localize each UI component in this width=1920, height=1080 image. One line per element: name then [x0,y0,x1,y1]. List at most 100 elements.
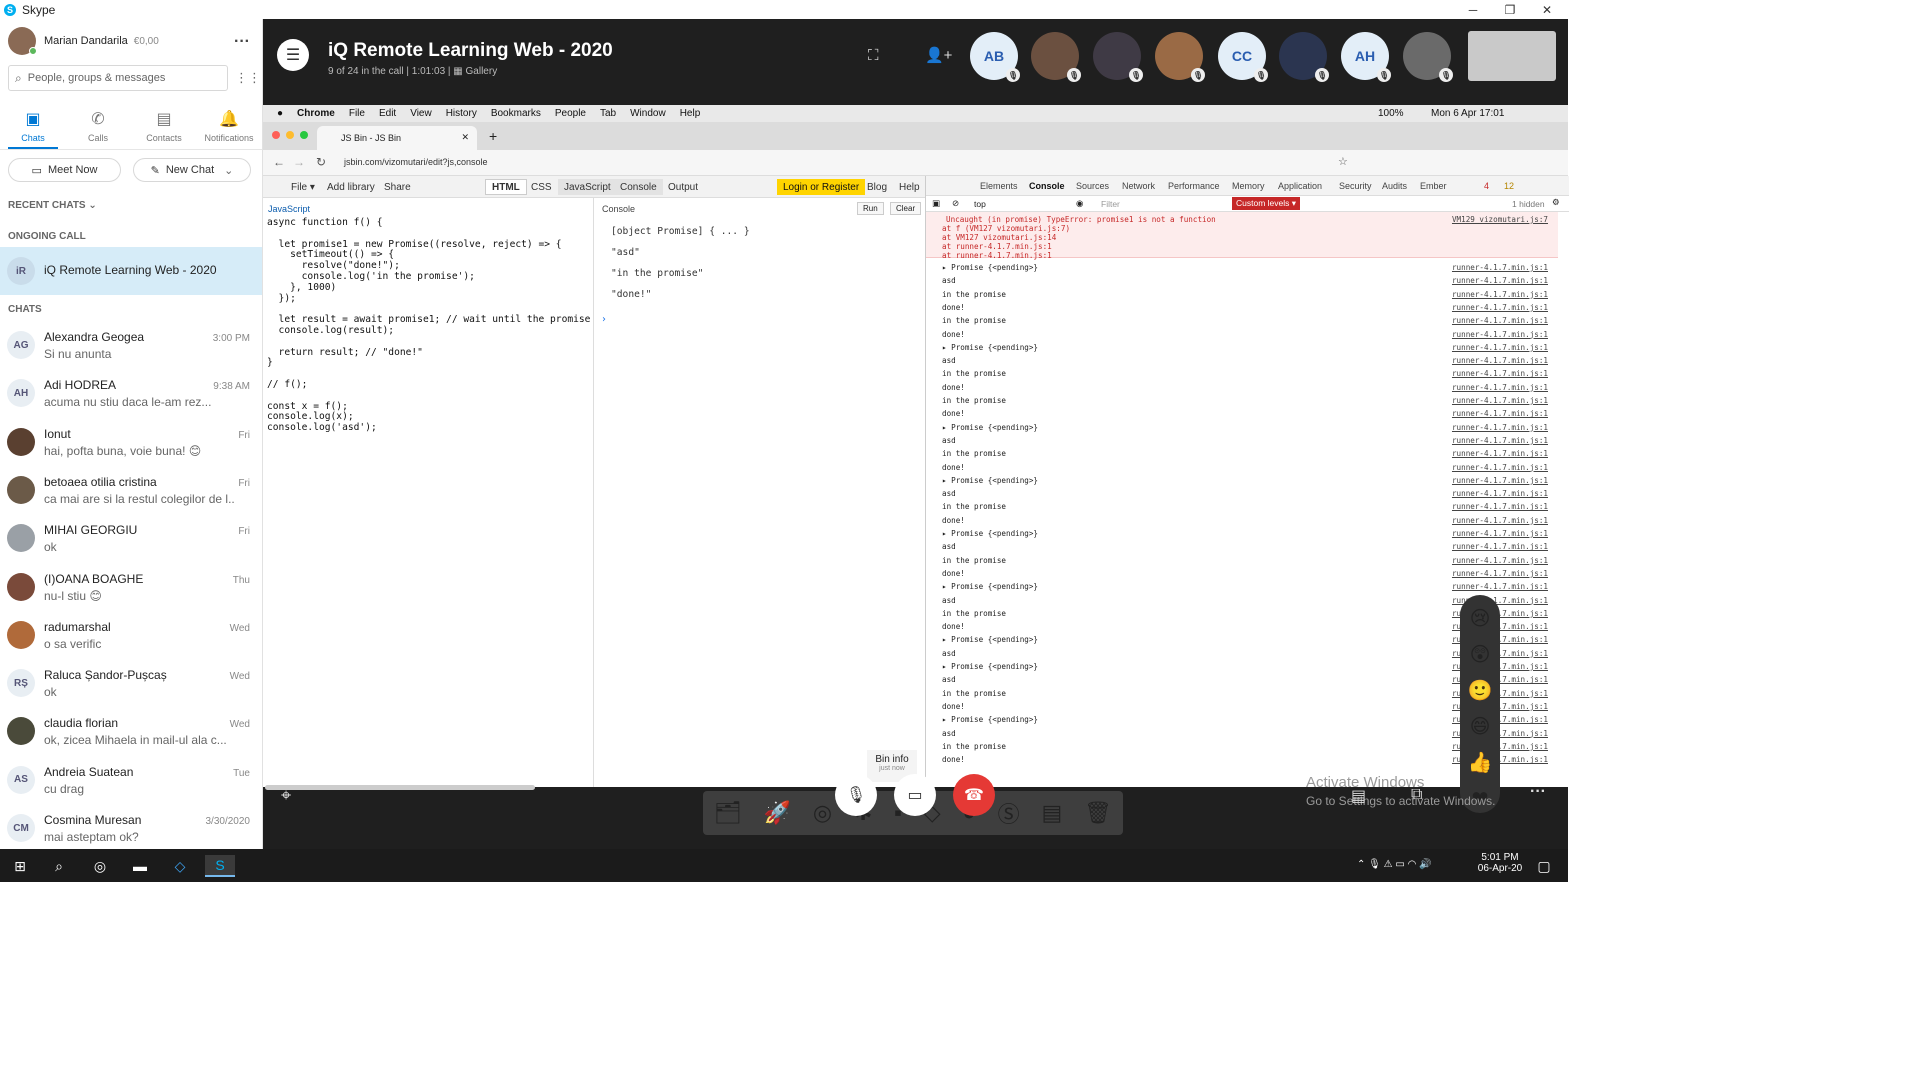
participant-avatar[interactable]: 🎙 [1093,32,1143,82]
share-screen-icon[interactable]: ⧉ [1411,786,1422,804]
tab-css[interactable]: CSS [525,179,558,195]
chat-list-item[interactable]: AS Andreia Suatean cu drag Tue [0,758,262,806]
reload-icon[interactable]: ↻ [316,155,326,169]
mac-close-icon[interactable] [272,131,280,139]
chat-list-item[interactable]: betoaea otilia cristina ca mai are si la… [0,468,262,516]
taskbar-search-icon[interactable]: ⌕ [48,855,70,877]
meet-now-button[interactable]: ▭ Meet Now [8,158,121,182]
back-icon[interactable]: ← [273,155,285,169]
skype-taskbar-icon[interactable]: S [205,855,235,877]
log-source-link[interactable]: runner-4.1.7.min.js:1 [1452,502,1548,511]
tab-html[interactable]: HTML [485,179,527,195]
horizontal-scrollbar[interactable] [265,785,535,790]
files-icon[interactable]: ▤ [1041,800,1062,826]
chat-list-item[interactable]: radumarshal o sa verific Wed [0,613,262,661]
clear-console-icon[interactable]: ⊘ [952,198,959,209]
log-source-link[interactable]: runner-4.1.7.min.js:1 [1452,436,1548,445]
sidebar-toggle-icon[interactable]: ▣ [932,198,940,209]
log-source-link[interactable]: runner-4.1.7.min.js:1 [1452,383,1548,392]
log-source-link[interactable]: runner-4.1.7.min.js:1 [1452,556,1548,565]
error-count[interactable]: 4 [1484,181,1489,191]
devtools-tab[interactable]: Application [1278,181,1322,191]
taskbar-clock[interactable]: 5:01 PM 06-Apr-20 [1476,852,1524,874]
tab-console[interactable]: Console [614,179,663,195]
active-speaker-video[interactable] [1468,31,1556,81]
minimize-button[interactable]: ─ [1455,0,1491,19]
log-source-link[interactable]: runner-4.1.7.min.js:1 [1452,303,1548,312]
log-source-link[interactable]: runner-4.1.7.min.js:1 [1452,356,1548,365]
login-button[interactable]: Login or Register [777,179,866,195]
file-menu[interactable]: File ▾ [285,179,321,195]
avatar[interactable] [8,27,37,55]
js-editor[interactable]: JavaScript async function f() { let prom… [263,198,594,790]
participant-avatar[interactable]: 🎙 [1031,32,1081,82]
end-call-button[interactable]: ☎ [953,774,995,816]
log-source-link[interactable]: runner-4.1.7.min.js:1 [1452,409,1548,418]
chat-list-item[interactable]: MIHAI GEORGIU ok Fri [0,516,262,564]
notifications-icon[interactable]: ▢ [1533,855,1555,877]
share-button[interactable]: Share [378,179,417,195]
mac-menu-item[interactable]: People [555,108,586,119]
mac-menu-item[interactable]: Tab [600,108,616,119]
log-source-link[interactable]: runner-4.1.7.min.js:1 [1452,582,1548,591]
chrome-icon[interactable]: ◎ [813,800,832,826]
menu-icon[interactable]: ☰ [277,39,309,71]
mac-menu-item[interactable]: Window [630,108,666,119]
search-input[interactable]: ⌕ People, groups & messages [8,65,228,91]
microphone-button[interactable]: 🎙 [835,774,877,816]
chat-list-item[interactable]: AH Adi HODREA acuma nu stiu daca le-am r… [0,371,262,419]
more-options-icon[interactable]: ··· [234,33,250,51]
mac-minimize-icon[interactable] [286,131,294,139]
chrome-taskbar-icon[interactable]: ◎ [89,855,111,877]
devtools-tab[interactable]: Sources [1076,181,1109,191]
devtools-tab[interactable]: Memory [1232,181,1265,191]
screen-layout-icon[interactable]: ⛶ [868,47,879,64]
participant-avatar[interactable]: CC 🎙 [1218,32,1268,82]
mac-menu-item[interactable]: Edit [379,108,396,119]
chat-list-item[interactable]: RȘ Raluca Șandor-Pușcaș ok Wed [0,661,262,709]
participant-avatar[interactable]: 🎙 [1403,32,1453,82]
log-source-link[interactable]: runner-4.1.7.min.js:1 [1452,529,1548,538]
devtools-tab[interactable]: Security [1339,181,1372,191]
browser-tab[interactable]: JS Bin - JS Bin ✕ [317,126,477,150]
filter-input[interactable]: Filter [1101,199,1120,209]
log-source-link[interactable]: runner-4.1.7.min.js:1 [1452,263,1548,272]
mac-menu-item[interactable]: Bookmarks [491,108,541,119]
log-source-link[interactable]: runner-4.1.7.min.js:1 [1452,542,1548,551]
log-source-link[interactable]: runner-4.1.7.min.js:1 [1452,476,1548,485]
skype-dock-icon[interactable]: Ⓢ [998,797,1020,829]
chat-list-item[interactable]: CM Cosmina Muresan mai asteptam ok? 3/30… [0,806,262,854]
help-link[interactable]: Help [893,179,926,195]
tab-javascript[interactable]: JavaScript [558,179,617,195]
add-participant-icon[interactable]: 👤+ [925,46,952,64]
participant-avatar[interactable]: 🎙 [1155,32,1205,82]
log-source-link[interactable]: runner-4.1.7.min.js:1 [1452,463,1548,472]
eye-icon[interactable]: ◉ [1076,198,1083,209]
log-source-link[interactable]: runner-4.1.7.min.js:1 [1452,330,1548,339]
trash-icon[interactable]: 🗑 [1084,800,1112,826]
devtools-tab[interactable]: Network [1122,181,1155,191]
devtools-tab[interactable]: Performance [1168,181,1220,191]
log-source-link[interactable]: runner-4.1.7.min.js:1 [1452,489,1548,498]
log-source-link[interactable]: runner-4.1.7.min.js:1 [1452,449,1548,458]
forward-icon[interactable]: → [293,155,305,169]
chat-list-item[interactable]: Ionut hai, pofta buna, voie buna! 😊 Fri [0,420,262,468]
mac-zoom-icon[interactable] [300,131,308,139]
sad-icon[interactable]: 😢 [1460,601,1500,637]
tab-calls[interactable]: ✆ Calls [70,109,126,143]
language-select[interactable]: JavaScript [268,204,310,214]
view-mode[interactable]: Gallery [466,66,498,77]
devtools-tab[interactable]: Elements [980,181,1018,191]
mac-menu-item[interactable]: File [349,108,365,119]
warning-count[interactable]: 12 [1504,181,1514,191]
participant-avatar[interactable]: AH 🎙 [1341,32,1391,82]
recent-chats-header[interactable]: RECENT CHATS ⌄ [8,200,97,211]
mac-menu-item[interactable]: History [446,108,477,119]
devtools-tab[interactable]: Audits [1382,181,1407,191]
mac-menu-item[interactable]: Help [680,108,701,119]
console-prompt-icon[interactable]: › [601,314,607,325]
smile-icon[interactable]: 🙂 [1460,673,1500,709]
file-explorer-icon[interactable]: ▬ [129,855,151,877]
add-library-button[interactable]: Add library [321,179,381,195]
error-source-link[interactable]: VM129 vizomutari.js:7 [1452,215,1548,224]
